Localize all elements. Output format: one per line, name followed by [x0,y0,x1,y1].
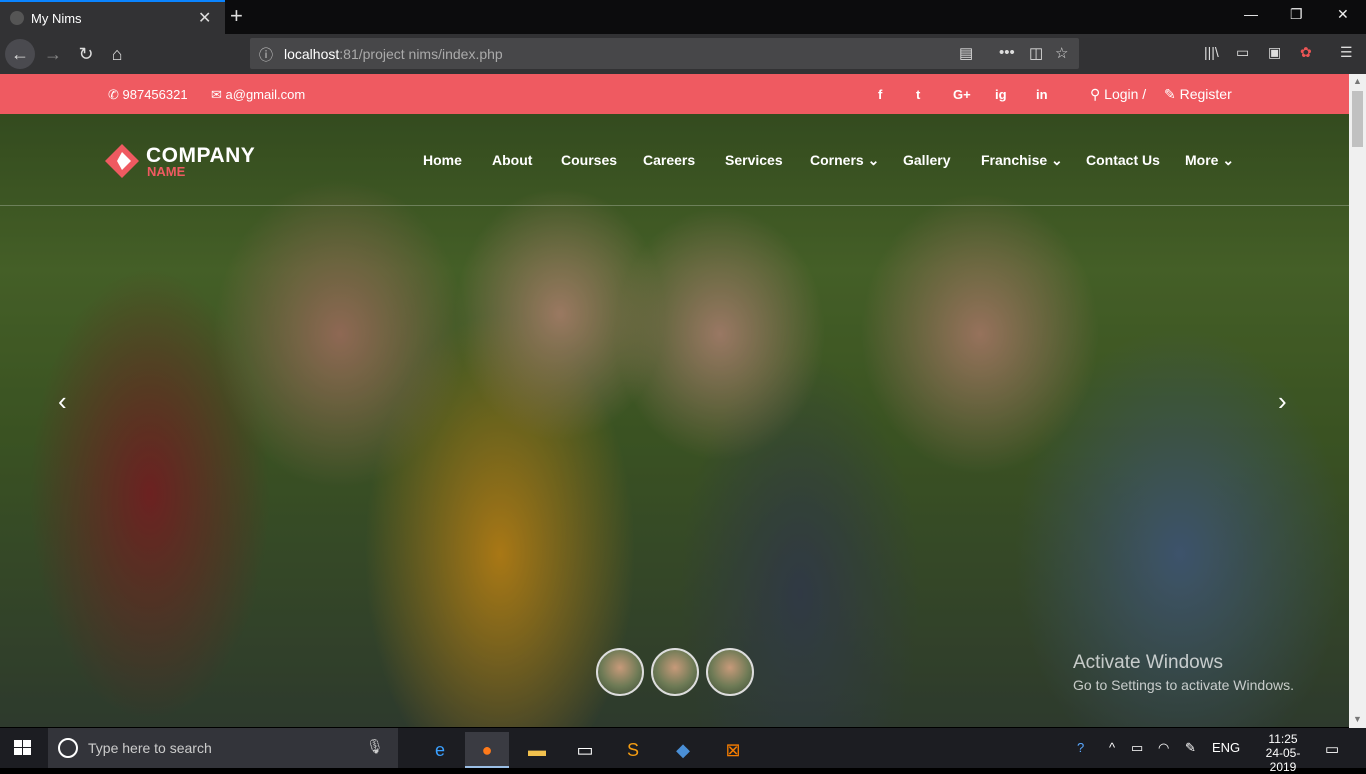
windows-start-icon[interactable] [14,740,32,756]
browser-tab[interactable]: My Nims ✕ [0,0,225,34]
battery-icon[interactable]: ▭ [1131,740,1143,756]
login-link[interactable]: ⚲ Login / [1090,86,1146,103]
linkedin-icon[interactable]: in [1036,87,1048,102]
reload-icon[interactable]: ↻ [71,39,101,69]
help-icon[interactable]: ? [1077,740,1084,755]
slider-next-icon[interactable]: › [1278,386,1287,417]
company-logo-icon[interactable] [105,144,139,178]
library-icon[interactable]: |||\ [1204,44,1219,60]
sidebar-icon[interactable]: ▭ [1236,44,1249,61]
menu-icon[interactable]: ☰ [1340,44,1353,61]
new-tab-icon[interactable]: + [230,3,243,29]
search-placeholder: Type here to search [88,740,212,756]
top-contact-bar: ✆ 987456321 ✉ a@gmail.com f t G+ ig in ⚲… [0,74,1349,114]
url-text: localhost:81/project nims/index.php [284,46,503,62]
pocket-icon[interactable]: ◫ [1029,44,1043,62]
slider-thumbnail-1[interactable] [596,648,644,696]
minimize-icon[interactable]: — [1244,6,1258,22]
nav-about[interactable]: About [492,152,532,168]
tab-title: My Nims [31,11,82,26]
url-bar[interactable]: ⓘ localhost:81/project nims/index.php ▤ … [250,38,1079,69]
slider-thumbnail-2[interactable] [651,648,699,696]
microphone-icon[interactable]: 🎙 [366,738,384,755]
scroll-up-icon[interactable]: ▲ [1353,76,1362,86]
phone-contact: ✆ 987456321 [108,87,188,102]
edge-icon[interactable]: e [418,732,462,768]
clock-time: 11:25 [1268,732,1298,746]
chevron-down-icon: ⌄ [867,152,880,168]
chevron-down-icon: ⌄ [1051,152,1063,168]
command-prompt-icon[interactable]: ▭ [563,732,607,768]
nav-contact[interactable]: Contact Us [1086,152,1160,168]
nav-home[interactable]: Home [423,152,462,168]
header-divider [0,205,1349,206]
nav-gallery[interactable]: Gallery [903,152,950,168]
nav-more[interactable]: More ⌄ [1185,152,1234,169]
nav-services[interactable]: Services [725,152,783,168]
chevron-down-icon: ⌄ [1222,152,1235,168]
nav-franchise[interactable]: Franchise ⌄ [981,152,1063,169]
tray-chevron-up-icon[interactable]: ^ [1109,740,1115,755]
scrollbar-thumb[interactable] [1352,91,1363,147]
nav-careers[interactable]: Careers [643,152,695,168]
browser-tab-bar: My Nims ✕ + — ❐ ✕ [0,0,1366,34]
home-icon[interactable]: ⌂ [102,39,132,69]
clock-date: 24-05-2019 [1265,746,1301,774]
sublime-text-icon[interactable]: S [611,732,655,768]
xampp-icon[interactable]: ⊠ [711,732,755,768]
forward-icon[interactable]: → [38,39,68,69]
activate-windows-title: Activate Windows [1073,652,1223,673]
taskbar-search-box[interactable]: Type here to search 🎙 [48,728,398,768]
email-contact: ✉ a@gmail.com [211,87,306,102]
slider-prev-icon[interactable]: ‹ [58,386,67,417]
browser-toolbar: ← → ↻ ⌂ ⓘ localhost:81/project nims/inde… [0,34,1366,74]
windows-taskbar: Type here to search 🎙 e ● ▬ ▭ S ◆ ⊠ ? ^ … [0,728,1366,774]
nav-courses[interactable]: Courses [561,152,617,168]
close-tab-icon[interactable]: ✕ [198,8,211,28]
bookmark-star-icon[interactable]: ☆ [1055,44,1068,62]
scroll-down-icon[interactable]: ▼ [1353,714,1362,724]
nav-corners[interactable]: Corners ⌄ [810,152,879,169]
tab-favicon-icon [10,11,24,25]
hero-overlay [0,74,1349,727]
back-icon[interactable]: ← [5,39,35,69]
restore-icon[interactable]: ❐ [1290,6,1303,23]
firefox-icon[interactable]: ● [465,732,509,768]
page-scrollbar[interactable]: ▲ ▼ [1349,74,1366,728]
color-extension-icon[interactable]: ✿ [1300,44,1312,61]
reader-view-icon[interactable]: ▤ [959,44,973,62]
logo-name-text[interactable]: NAME [147,164,185,179]
notification-icon[interactable]: ▭ [1325,740,1339,758]
facebook-icon[interactable]: f [878,87,882,102]
google-plus-icon[interactable]: G+ [953,87,971,102]
python-icon[interactable]: ◆ [661,732,705,768]
slider-thumbnail-3[interactable] [706,648,754,696]
instagram-icon[interactable]: ig [995,87,1007,102]
activate-windows-subtitle: Go to Settings to activate Windows. [1073,677,1294,693]
file-explorer-icon[interactable]: ▬ [515,732,559,768]
window-close-icon[interactable]: ✕ [1337,6,1349,23]
page-actions-icon[interactable]: ••• [999,44,1015,61]
twitter-icon[interactable]: t [916,87,920,102]
language-indicator[interactable]: ENG [1212,740,1240,755]
wifi-icon[interactable]: ◠ [1158,740,1169,756]
cortana-icon [58,738,78,758]
site-info-icon[interactable]: ⓘ [259,45,273,65]
pen-icon[interactable]: ✎ [1185,740,1196,756]
web-page: ✆ 987456321 ✉ a@gmail.com f t G+ ig in ⚲… [0,74,1349,727]
register-link[interactable]: ✎ Register [1164,86,1232,103]
extension-icon[interactable]: ▣ [1268,44,1281,61]
